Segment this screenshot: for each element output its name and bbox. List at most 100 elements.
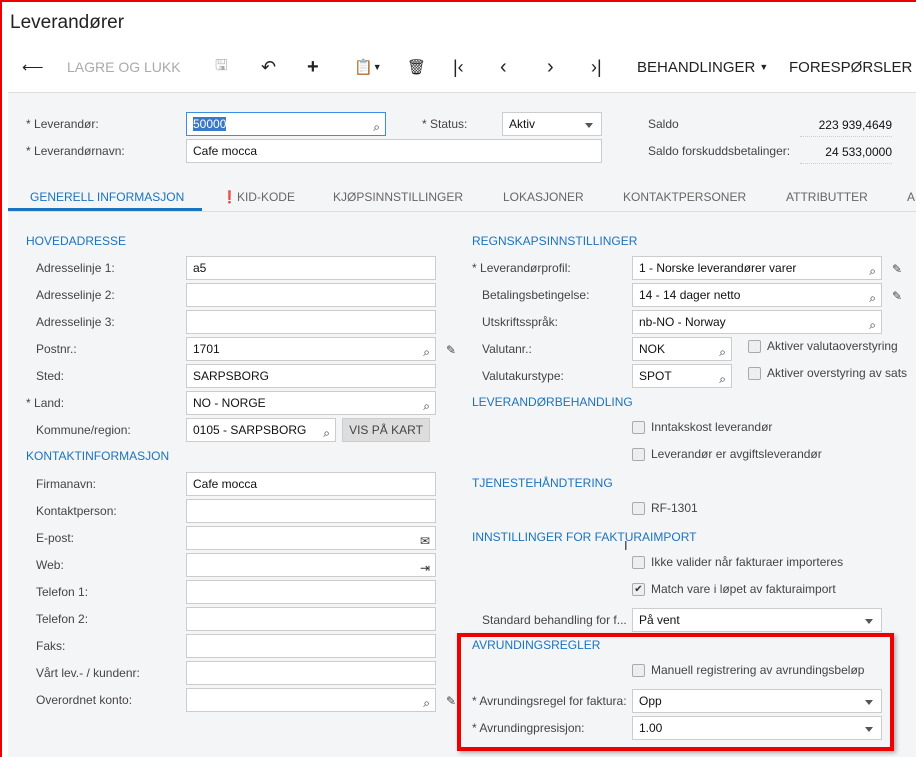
edit-icon[interactable]: ✎ xyxy=(446,694,456,708)
search-icon[interactable]: ⌕ xyxy=(423,341,430,360)
tab-purchase[interactable]: KJØPSINNSTILLINGER xyxy=(333,190,463,204)
field-input[interactable]: SARPSBORG xyxy=(186,364,436,388)
field-input[interactable]: NO - NORGE ⌕ xyxy=(186,391,436,415)
tab-more[interactable]: A xyxy=(907,190,915,204)
vendor-name-label: Leverandørnavn: xyxy=(26,144,125,158)
tab-attributes[interactable]: ATTRIBUTTER xyxy=(786,190,868,204)
field-input[interactable]: NOK ⌕ xyxy=(632,337,732,361)
field-value: 1701 xyxy=(193,342,220,356)
checkbox-label: Aktiver valutaoverstyring xyxy=(767,339,898,353)
field-label: Kommune/region: xyxy=(36,423,131,437)
rf-checkbox[interactable]: RF-1301 xyxy=(632,501,698,515)
no-validate-checkbox[interactable]: Ikke valider når fakturaer importeres xyxy=(632,555,843,569)
previous-icon[interactable]: ‹ xyxy=(500,56,507,78)
save-close-button[interactable]: LAGRE OG LUKK xyxy=(67,56,181,78)
search-icon[interactable]: ⌕ xyxy=(373,116,380,135)
edit-icon[interactable]: ✎ xyxy=(892,262,902,276)
vendor-label: Leverandør: xyxy=(26,117,99,131)
vendor-name-input[interactable]: Cafe mocca xyxy=(186,139,602,163)
field-label: Kontaktperson: xyxy=(36,504,117,518)
default-handling-label: Standard behandling for f... xyxy=(482,613,627,627)
add-icon[interactable]: + xyxy=(307,56,319,78)
tax-agency-checkbox[interactable]: Leverandør er avgiftsleverandør xyxy=(632,447,822,461)
inquiries-menu[interactable]: FORESPØRSLER xyxy=(789,56,912,78)
field-value: a5 xyxy=(193,261,207,275)
field-input[interactable] xyxy=(186,283,436,307)
field-input[interactable]: 1701 ⌕ xyxy=(186,337,436,361)
show-map-button[interactable]: VIS PÅ KART xyxy=(342,418,430,442)
field-input[interactable]: 14 - 14 dager netto ⌕ xyxy=(632,283,882,307)
currency-override-checkbox[interactable]: Aktiver valutaoverstyring xyxy=(748,339,898,353)
field-label: Adresselinje 1: xyxy=(36,261,115,275)
delete-icon[interactable]: 🗑 xyxy=(407,56,426,78)
field-input[interactable]: 1 - Norske leverandører varer ⌕ xyxy=(632,256,882,280)
field-input[interactable] xyxy=(186,607,436,631)
rate-override-checkbox[interactable]: Aktiver overstyring av sats xyxy=(748,366,907,380)
field-input[interactable] xyxy=(186,499,436,523)
save-icon[interactable]: 🖫 xyxy=(215,56,228,78)
text-cursor-icon: I xyxy=(624,538,628,553)
field-input[interactable] xyxy=(186,661,436,685)
status-select[interactable]: Aktiv xyxy=(502,112,602,136)
field-input[interactable]: a5 xyxy=(186,256,436,280)
tab-general[interactable]: GENERELL INFORMASJON xyxy=(30,190,184,204)
field-input[interactable]: Cafe mocca xyxy=(186,472,436,496)
field-input[interactable] xyxy=(186,580,436,604)
edit-icon[interactable]: ✎ xyxy=(446,343,456,357)
search-icon[interactable]: ⌕ xyxy=(869,260,876,279)
tab-kid[interactable]: ❗KID-KODE xyxy=(222,190,295,204)
email-icon[interactable]: ✉ xyxy=(420,530,430,549)
search-icon[interactable]: ⌕ xyxy=(323,422,330,441)
actions-label: BEHANDLINGER xyxy=(637,58,756,76)
field-input[interactable]: nb-NO - Norway ⌕ xyxy=(632,310,882,334)
field-input[interactable]: ⇥ xyxy=(186,553,436,577)
search-icon[interactable]: ⌕ xyxy=(423,395,430,414)
field-input[interactable]: 0105 - SARPSBORG ⌕ xyxy=(186,418,336,442)
vendor-handling-heading: LEVERANDØRBEHANDLING xyxy=(472,395,633,409)
contact-heading: KONTAKTINFORMASJON xyxy=(26,449,170,463)
search-icon[interactable]: ⌕ xyxy=(423,692,430,711)
balance-label: Saldo xyxy=(648,117,679,131)
field-label: Valutakurstype: xyxy=(482,369,564,383)
default-handling-select[interactable]: På vent xyxy=(632,608,882,632)
tab-kid-label: KID-KODE xyxy=(236,190,295,204)
tab-divider xyxy=(8,211,916,212)
field-value: 0105 - SARPSBORG xyxy=(193,423,307,437)
checkbox-box xyxy=(632,447,645,461)
address-heading: HOVEDADRESSE xyxy=(26,234,127,248)
tab-locations[interactable]: LOKASJONER xyxy=(503,190,584,204)
field-label: Overordnet konto: xyxy=(36,693,133,707)
field-label: Land: xyxy=(26,396,64,410)
first-icon[interactable]: |‹ xyxy=(453,56,464,78)
field-label: Sted: xyxy=(36,369,65,383)
actions-menu[interactable]: BEHANDLINGER ▼ xyxy=(637,56,768,78)
paste-icon[interactable]: 📋 ▼ xyxy=(354,56,382,78)
vendor-input[interactable]: 50000 ⌕ xyxy=(186,112,386,136)
next-icon[interactable]: › xyxy=(547,56,554,78)
field-input[interactable] xyxy=(186,634,436,658)
search-icon[interactable]: ⌕ xyxy=(869,314,876,333)
edit-icon[interactable]: ✎ xyxy=(892,289,902,303)
match-item-checkbox[interactable]: ✔ Match vare i løpet av fakturaimport xyxy=(632,582,836,596)
checkbox-label: Match vare i løpet av fakturaimport xyxy=(651,582,836,596)
field-input[interactable]: ⌕ xyxy=(186,688,436,712)
last-icon[interactable]: ›| xyxy=(591,56,602,78)
balance-value: 223 939,4649 xyxy=(800,118,892,137)
field-input[interactable] xyxy=(186,310,436,334)
checkmark-icon: ✔ xyxy=(632,582,645,596)
checkbox-box xyxy=(632,501,645,515)
search-icon[interactable]: ⌕ xyxy=(719,368,726,387)
checkbox-label: Leverandør er avgiftsleverandør xyxy=(651,447,822,461)
field-input[interactable]: ✉ xyxy=(186,526,436,550)
tab-contacts[interactable]: KONTAKTPERSONER xyxy=(623,190,746,204)
field-input[interactable]: SPOT ⌕ xyxy=(632,364,732,388)
search-icon[interactable]: ⌕ xyxy=(719,341,726,360)
field-value: SPOT xyxy=(639,369,672,383)
field-value: NOK xyxy=(639,342,666,356)
field-value: 1 - Norske leverandører varer xyxy=(639,261,797,275)
open-link-icon[interactable]: ⇥ xyxy=(420,557,430,576)
undo-icon[interactable]: ↶ xyxy=(261,56,276,78)
back-icon[interactable]: ⟵ xyxy=(22,56,44,78)
landed-cost-checkbox[interactable]: Inntakskost leverandør xyxy=(632,420,772,434)
search-icon[interactable]: ⌕ xyxy=(869,287,876,306)
